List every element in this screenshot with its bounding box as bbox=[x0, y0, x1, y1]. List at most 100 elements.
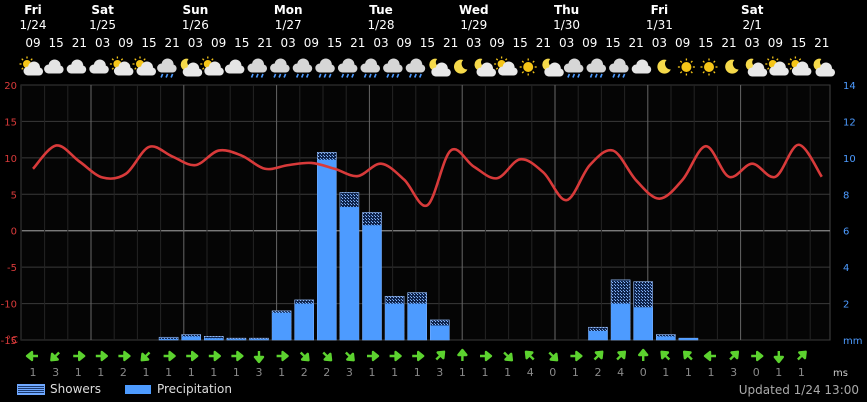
day-date: 1/31 bbox=[646, 18, 673, 32]
wind-speed-label: 2 bbox=[301, 366, 308, 379]
day-label: Fri bbox=[24, 3, 41, 17]
day-label: Wed bbox=[459, 3, 489, 17]
hour-label: 09 bbox=[675, 36, 690, 50]
precipitation-legend-label: Precipitation bbox=[156, 382, 232, 396]
wind-speed-label: 1 bbox=[708, 366, 715, 379]
wind-arrow-icon bbox=[322, 351, 333, 362]
precip-tick-label: 8 bbox=[843, 190, 849, 201]
precipitation-bar bbox=[362, 225, 382, 340]
wind-arrow-icon bbox=[231, 350, 244, 362]
sun-cloud-icon bbox=[494, 56, 518, 76]
wind-arrow-icon bbox=[95, 350, 109, 362]
hour-label: 21 bbox=[629, 36, 644, 50]
hour-label: 15 bbox=[49, 36, 64, 50]
temp-unit-label: °C bbox=[6, 335, 18, 346]
wind-arrow-icon bbox=[773, 351, 784, 364]
cloud-icon bbox=[224, 59, 245, 74]
precip-tick-label: 4 bbox=[843, 263, 849, 274]
hour-label: 21 bbox=[443, 36, 458, 50]
wind-speed-label: 3 bbox=[436, 366, 443, 379]
wind-speed-label: 1 bbox=[278, 366, 285, 379]
precipitation-bar bbox=[588, 330, 608, 340]
day-label: Thu bbox=[554, 3, 579, 17]
precipitation-bar bbox=[633, 307, 653, 340]
cloud-icon bbox=[631, 59, 652, 74]
sun-icon bbox=[519, 58, 537, 76]
sun-icon bbox=[677, 58, 695, 76]
hour-label: 03 bbox=[373, 36, 388, 50]
forecast-chart: Fri1/24Sat1/25Sun1/26Mon1/27Tue1/28Wed1/… bbox=[1, 3, 863, 379]
wind-speed-label: 3 bbox=[346, 366, 353, 379]
wind-speed-label: 2 bbox=[323, 366, 330, 379]
sun-cloud-icon bbox=[132, 56, 156, 76]
hour-label: 21 bbox=[721, 36, 736, 50]
wind-speed-label: 1 bbox=[75, 366, 82, 379]
wind-arrow-icon bbox=[276, 350, 289, 362]
precip-tick-label: 10 bbox=[843, 154, 856, 165]
wind-speed-label: 1 bbox=[775, 366, 782, 379]
wind-arrow-icon bbox=[660, 350, 671, 361]
day-date: 2/1 bbox=[743, 18, 762, 32]
rain-cloud-icon bbox=[383, 58, 403, 78]
wind-speed-label: 1 bbox=[233, 366, 240, 379]
cloud-icon bbox=[44, 59, 64, 74]
wind-speed-label: 1 bbox=[30, 366, 37, 379]
hour-label: 15 bbox=[698, 36, 713, 50]
hour-label: 03 bbox=[95, 36, 110, 50]
rain-cloud-icon bbox=[609, 58, 629, 78]
wind-arrow-icon bbox=[389, 350, 402, 362]
wind-speed-label: 1 bbox=[572, 366, 579, 379]
hour-label: 09 bbox=[25, 36, 40, 50]
temp-tick-label: 15 bbox=[4, 117, 17, 128]
wind-speed-label: 1 bbox=[459, 366, 466, 379]
hour-label: 15 bbox=[327, 36, 342, 50]
precipitation-bar bbox=[204, 338, 224, 340]
precipitation-bar bbox=[611, 303, 631, 340]
moon-cloud-icon bbox=[813, 58, 835, 77]
showers-legend-label: Showers bbox=[50, 382, 101, 396]
hour-label: 21 bbox=[72, 36, 87, 50]
precipitation-bar bbox=[678, 338, 698, 340]
hour-label: 09 bbox=[489, 36, 504, 50]
wind-speed-label: 1 bbox=[662, 366, 669, 379]
precipitation-legend-swatch bbox=[124, 384, 151, 394]
hour-label: 15 bbox=[605, 36, 620, 50]
wind-arrow-icon bbox=[50, 351, 60, 362]
hour-label: 09 bbox=[118, 36, 133, 50]
wind-speed-label: 1 bbox=[504, 366, 511, 379]
hour-label: 09 bbox=[582, 36, 597, 50]
wind-unit-label: ms bbox=[833, 368, 848, 379]
moon-cloud-icon bbox=[745, 58, 768, 77]
moon-icon bbox=[657, 59, 671, 74]
wind-arrow-icon bbox=[118, 350, 131, 362]
day-date: 1/24 bbox=[20, 18, 47, 32]
temp-tick-label: 0 bbox=[11, 227, 17, 238]
wind-speed-label: 1 bbox=[482, 366, 489, 379]
wind-speed-label: 4 bbox=[617, 366, 624, 379]
wind-arrow-icon bbox=[253, 351, 265, 364]
wind-speed-label: 3 bbox=[730, 366, 737, 379]
moon-icon bbox=[725, 59, 739, 74]
wind-speed-label: 3 bbox=[52, 366, 59, 379]
precipitation-bar bbox=[159, 339, 179, 340]
wind-arrow-icon bbox=[412, 350, 425, 362]
hour-label: 21 bbox=[814, 36, 829, 50]
precip-unit-label: mm bbox=[843, 336, 862, 347]
wind-arrow-icon bbox=[682, 350, 693, 361]
hour-label: 21 bbox=[257, 36, 272, 50]
temp-tick-label: 5 bbox=[11, 190, 17, 201]
precipitation-bar bbox=[385, 303, 405, 340]
moon-icon bbox=[453, 59, 468, 74]
wind-arrow-icon bbox=[638, 348, 649, 361]
hour-label: 09 bbox=[397, 36, 412, 50]
hour-label: 03 bbox=[559, 36, 574, 50]
moon-cloud-icon bbox=[180, 58, 203, 77]
wind-speed-label: 1 bbox=[165, 366, 172, 379]
day-date: 1/25 bbox=[89, 18, 116, 32]
sun-cloud-icon bbox=[19, 56, 43, 76]
wind-speed-label: 1 bbox=[798, 366, 805, 379]
rain-cloud-icon bbox=[360, 58, 380, 78]
hour-label: 21 bbox=[165, 36, 180, 50]
hour-label: 03 bbox=[652, 36, 667, 50]
rain-cloud-icon bbox=[337, 58, 358, 78]
